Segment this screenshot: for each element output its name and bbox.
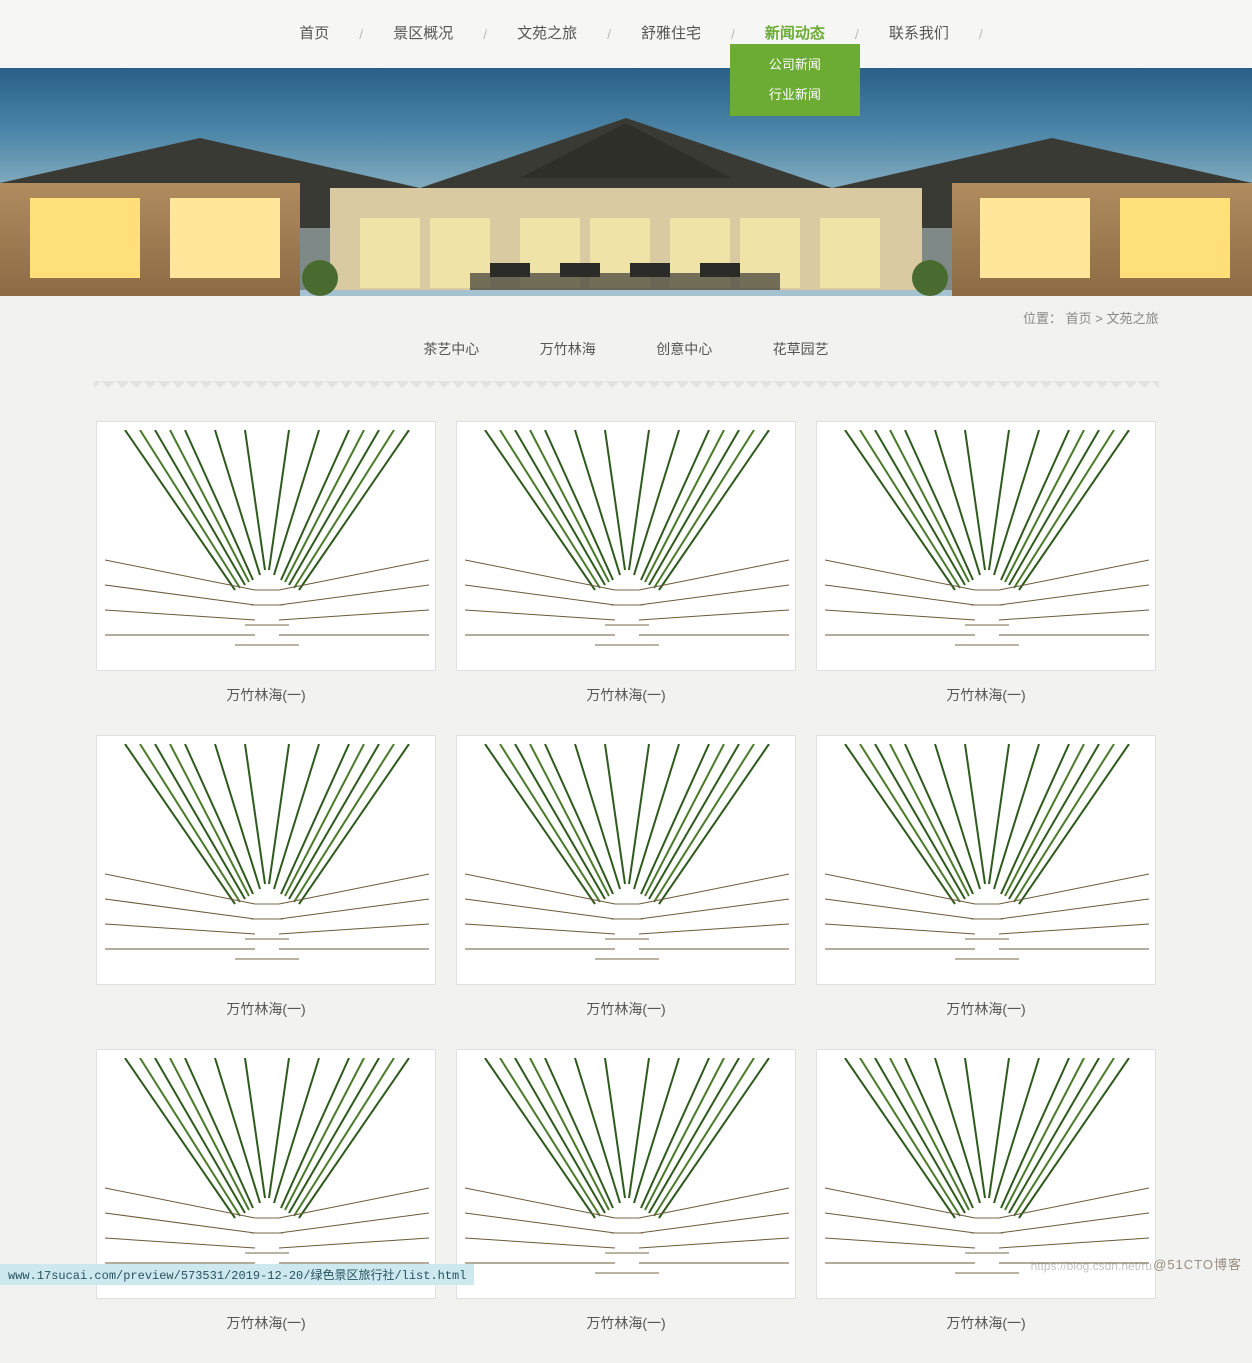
card-thumb-frame bbox=[96, 1049, 436, 1299]
card-caption: 万竹林海(一) bbox=[456, 985, 796, 1023]
card-thumb bbox=[105, 430, 429, 662]
category-tabs: 茶艺中心 万竹林海 创意中心 花草园艺 bbox=[94, 333, 1159, 381]
card-thumb-frame bbox=[96, 735, 436, 985]
card-thumb bbox=[105, 744, 429, 976]
cat-creative[interactable]: 创意中心 bbox=[656, 339, 712, 359]
nav-item-news[interactable]: 新闻动态 公司新闻 行业新闻 bbox=[735, 0, 855, 68]
card-item[interactable]: 万竹林海(一) bbox=[816, 421, 1156, 709]
card-thumb bbox=[465, 1058, 789, 1290]
card-caption: 万竹林海(一) bbox=[456, 671, 796, 709]
card-item[interactable]: 万竹林海(一) bbox=[816, 735, 1156, 1023]
breadcrumb-sep: > bbox=[1095, 311, 1103, 326]
card-thumb bbox=[105, 1058, 429, 1290]
card-grid: 万竹林海(一) 万竹林海(一) 万竹林海(一) 万竹林海(一) 万竹林海(一) … bbox=[86, 421, 1166, 1363]
nav-item-contact[interactable]: 联系我们 bbox=[859, 0, 979, 68]
nav-item-tour[interactable]: 文苑之旅 bbox=[487, 0, 607, 68]
nav-item-overview[interactable]: 景区概况 bbox=[363, 0, 483, 68]
breadcrumb-label: 位置： bbox=[1023, 311, 1062, 326]
hero-banner bbox=[0, 68, 1252, 296]
card-thumb bbox=[465, 744, 789, 976]
nav-separator: / bbox=[979, 26, 983, 42]
cat-bamboo[interactable]: 万竹林海 bbox=[540, 339, 596, 359]
card-caption: 万竹林海(一) bbox=[816, 671, 1156, 709]
card-caption: 万竹林海(一) bbox=[96, 985, 436, 1023]
card-thumb-frame bbox=[816, 1049, 1156, 1299]
card-item[interactable]: 万竹林海(一) bbox=[456, 421, 796, 709]
submenu-news: 公司新闻 行业新闻 bbox=[730, 44, 860, 116]
card-item[interactable]: 万竹林海(一) bbox=[816, 1049, 1156, 1337]
submenu-item-company-news[interactable]: 公司新闻 bbox=[730, 50, 860, 80]
card-thumb bbox=[465, 430, 789, 662]
card-item[interactable]: 万竹林海(一) bbox=[96, 1049, 436, 1337]
card-item[interactable]: 万竹林海(一) bbox=[96, 421, 436, 709]
breadcrumb-home[interactable]: 首页 bbox=[1066, 311, 1092, 326]
card-thumb-frame bbox=[96, 421, 436, 671]
card-caption: 万竹林海(一) bbox=[816, 1299, 1156, 1337]
card-thumb-frame bbox=[456, 421, 796, 671]
card-thumb bbox=[825, 430, 1149, 662]
breadcrumb: 位置： 首页 > 文苑之旅 bbox=[94, 296, 1159, 333]
watermark-51cto: @51CTO博客 bbox=[1153, 1254, 1242, 1273]
card-item[interactable]: 万竹林海(一) bbox=[96, 735, 436, 1023]
card-item[interactable]: 万竹林海(一) bbox=[456, 1049, 796, 1337]
card-caption: 万竹林海(一) bbox=[96, 1299, 436, 1337]
nav-item-home[interactable]: 首页 bbox=[269, 0, 359, 68]
top-nav: 首页 / 景区概况 / 文苑之旅 / 舒雅住宅 / 新闻动态 公司新闻 行业新闻… bbox=[0, 0, 1252, 68]
card-thumb-frame bbox=[456, 735, 796, 985]
card-caption: 万竹林海(一) bbox=[456, 1299, 796, 1337]
card-thumb-frame bbox=[456, 1049, 796, 1299]
divider-zigzag bbox=[94, 381, 1159, 393]
card-thumb bbox=[825, 1058, 1149, 1290]
card-thumb-frame bbox=[816, 421, 1156, 671]
submenu-item-industry-news[interactable]: 行业新闻 bbox=[730, 80, 860, 110]
nav-list: 首页 / 景区概况 / 文苑之旅 / 舒雅住宅 / 新闻动态 公司新闻 行业新闻… bbox=[269, 0, 982, 68]
breadcrumb-current[interactable]: 文苑之旅 bbox=[1106, 311, 1158, 326]
cat-garden[interactable]: 花草园艺 bbox=[773, 339, 829, 359]
card-caption: 万竹林海(一) bbox=[816, 985, 1156, 1023]
card-item[interactable]: 万竹林海(一) bbox=[456, 735, 796, 1023]
card-caption: 万竹林海(一) bbox=[96, 671, 436, 709]
card-thumb bbox=[825, 744, 1149, 976]
status-url: www.17sucai.com/preview/573531/2019-12-2… bbox=[0, 1264, 474, 1285]
nav-item-residence[interactable]: 舒雅住宅 bbox=[611, 0, 731, 68]
cat-tea[interactable]: 茶艺中心 bbox=[423, 339, 479, 359]
card-thumb-frame bbox=[816, 735, 1156, 985]
